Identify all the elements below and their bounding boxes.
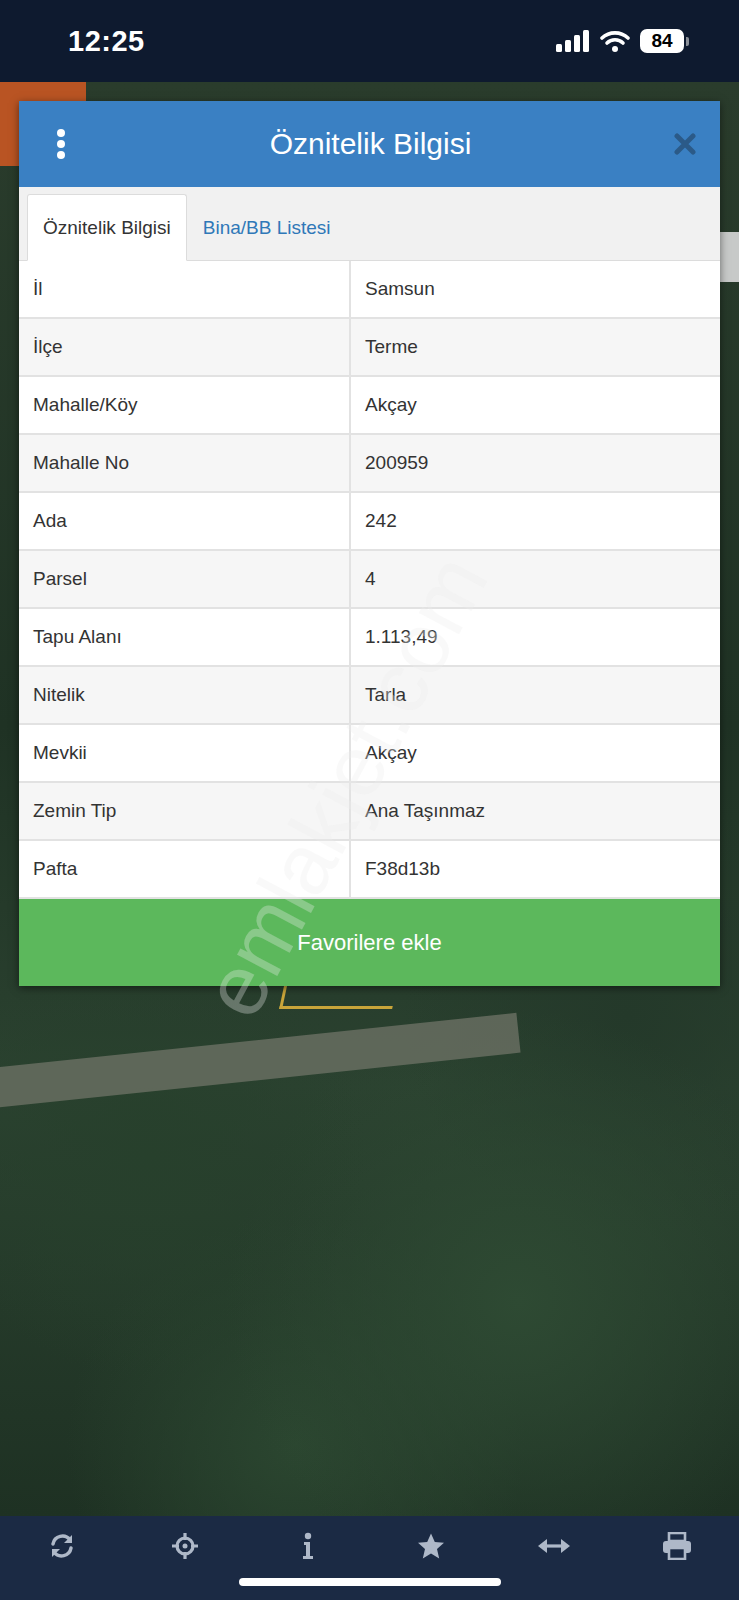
screen: 12:2584Öznitelik BilgisiÖznitelik Bilgis… — [0, 0, 739, 1600]
attribute-value: Akçay — [349, 377, 720, 433]
attribute-row: PaftaF38d13b — [19, 841, 720, 899]
bottom-toolbar — [0, 1516, 739, 1600]
watermark: emlakjet.com — [182, 539, 507, 1033]
attribute-value: Ana Taşınmaz — [349, 783, 720, 839]
tab[interactable]: Öznitelik Bilgisi — [27, 194, 187, 261]
attribute-label: İlçe — [19, 319, 349, 375]
attribute-table: İlSamsunİlçeTermeMahalle/KöyAkçayMahalle… — [19, 261, 720, 899]
attribute-row: İlSamsun — [19, 261, 720, 319]
print-icon[interactable] — [662, 1532, 692, 1560]
dialog-header: Öznitelik Bilgisi — [19, 101, 720, 187]
status-icons: 84 — [556, 29, 689, 53]
attribute-label: İl — [19, 261, 349, 317]
info-icon[interactable] — [301, 1532, 315, 1560]
attribute-value: F38d13b — [349, 841, 720, 897]
status-time: 12:25 — [68, 25, 145, 58]
toolbar-item[interactable] — [493, 1536, 616, 1556]
attribute-value: Terme — [349, 319, 720, 375]
tab[interactable]: Bina/BB Listesi — [187, 194, 347, 261]
status-bar: 12:25 84 — [0, 0, 739, 82]
attribute-label: Mevkii — [19, 725, 349, 781]
attribute-row: Zemin TipAna Taşınmaz — [19, 783, 720, 841]
attribute-row: İlçeTerme — [19, 319, 720, 377]
battery-level: 84 — [651, 30, 672, 52]
measure-arrows-icon[interactable] — [538, 1536, 570, 1556]
kebab-menu-icon[interactable] — [55, 128, 67, 160]
battery-icon: 84 — [640, 29, 684, 53]
attribute-value: 200959 — [349, 435, 720, 491]
attribute-row: MevkiiAkçay — [19, 725, 720, 783]
attribute-row: Tapu Alanı1.113,49 — [19, 609, 720, 667]
home-indicator[interactable] — [239, 1578, 501, 1586]
attribute-label: Pafta — [19, 841, 349, 897]
attribute-label: Parsel — [19, 551, 349, 607]
wifi-icon — [600, 30, 630, 52]
map-road — [0, 1013, 521, 1111]
star-icon[interactable] — [417, 1532, 445, 1560]
attribute-row: Parsel4 — [19, 551, 720, 609]
toolbar-icons — [0, 1516, 739, 1576]
battery-tip — [686, 37, 689, 46]
map-parcel — [279, 982, 398, 1009]
attribute-row: Mahalle/KöyAkçay — [19, 377, 720, 435]
close-icon[interactable] — [674, 133, 696, 155]
dialog-title: Öznitelik Bilgisi — [67, 127, 674, 161]
attribute-value: 4 — [349, 551, 720, 607]
toolbar-item[interactable] — [370, 1532, 493, 1560]
attribute-label: Nitelik — [19, 667, 349, 723]
attribute-row: NitelikTarla — [19, 667, 720, 725]
attribute-label: Ada — [19, 493, 349, 549]
tab-bar: Öznitelik BilgisiBina/BB Listesi — [19, 187, 720, 261]
toolbar-item[interactable] — [123, 1532, 246, 1560]
toolbar-item[interactable] — [246, 1532, 369, 1560]
attribute-value: Samsun — [349, 261, 720, 317]
attribute-value: 1.113,49 — [349, 609, 720, 665]
attribute-value: Tarla — [349, 667, 720, 723]
attribute-dialog: Öznitelik BilgisiÖznitelik BilgisiBina/B… — [19, 101, 720, 986]
toolbar-item[interactable] — [616, 1532, 739, 1560]
attribute-label: Mahalle/Köy — [19, 377, 349, 433]
map[interactable]: Öznitelik BilgisiÖznitelik BilgisiBina/B… — [0, 82, 739, 1516]
attribute-label: Mahalle No — [19, 435, 349, 491]
favorite-button[interactable]: Favorilere ekle — [19, 899, 720, 986]
attribute-row: Ada242 — [19, 493, 720, 551]
attribute-label: Tapu Alanı — [19, 609, 349, 665]
signal-icon — [556, 30, 590, 52]
attribute-value: 242 — [349, 493, 720, 549]
attribute-row: Mahalle No200959 — [19, 435, 720, 493]
crosshair-icon[interactable] — [171, 1532, 199, 1560]
toolbar-item[interactable] — [0, 1532, 123, 1560]
attribute-label: Zemin Tip — [19, 783, 349, 839]
refresh-icon[interactable] — [48, 1532, 76, 1560]
attribute-value: Akçay — [349, 725, 720, 781]
